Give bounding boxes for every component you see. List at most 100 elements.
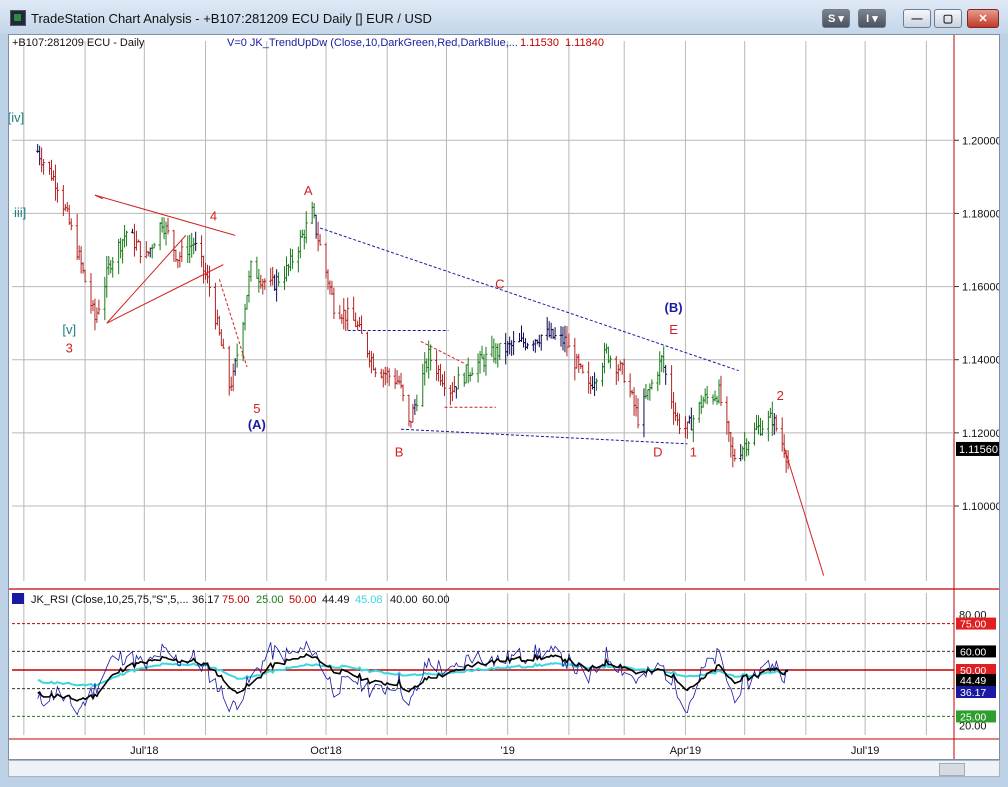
ohlc-bar [269, 268, 273, 287]
ohlc-bar [119, 237, 123, 259]
ohlc-bar [257, 268, 261, 293]
ohlc-bar [766, 410, 770, 442]
ohlc-bar [587, 361, 591, 394]
ohlc-bar [429, 344, 433, 371]
ohlc-bar [646, 389, 650, 401]
ohlc-bar [69, 218, 73, 231]
ohlc-bar [150, 244, 154, 259]
ohlc-bar [464, 364, 468, 384]
maximize-button[interactable]: ▢ [934, 9, 962, 28]
ohlc-bar [91, 300, 95, 312]
horizontal-scrollbar[interactable] [8, 760, 1000, 777]
ohlc-bar [523, 338, 527, 351]
scroll-thumb[interactable] [939, 763, 965, 776]
ohlc-bar [525, 342, 529, 350]
projection-line [783, 447, 825, 576]
ohlc-bar [614, 356, 618, 385]
ohlc-bar [656, 371, 660, 392]
ohlc-bar [235, 343, 239, 368]
s-menu-button[interactable]: S ▾ [822, 9, 850, 28]
wave-label: [v] [62, 322, 76, 337]
ohlc-bar [371, 353, 375, 371]
ohlc-bar [298, 230, 302, 259]
rsi-panel: 80.0020.0075.0060.0050.0044.4936.1725.00 [12, 609, 996, 733]
ohlc-bar [717, 379, 721, 404]
ohlc-bar [67, 204, 71, 225]
ohlc-bar [160, 217, 164, 233]
ohlc-bar [442, 371, 446, 397]
wave-label: 3 [66, 340, 73, 355]
ohlc-bar [691, 414, 695, 443]
close-button[interactable]: ✕ [967, 9, 999, 28]
ohlc-bar [713, 390, 717, 402]
minimize-button[interactable]: — [903, 9, 931, 28]
ohlc-bar [616, 364, 620, 382]
close-icon: ✕ [978, 13, 988, 25]
ohlc-bar [109, 260, 113, 274]
ohlc-bar [468, 372, 472, 382]
ohlc-bar [290, 248, 294, 270]
ohlc-bar [466, 357, 470, 384]
trend-indicator-value: 1.11840 [565, 37, 604, 49]
ohlc-bar [263, 278, 267, 290]
ohlc-bar [300, 229, 304, 238]
ohlc-bar [648, 383, 652, 401]
i-menu-button[interactable]: I ▾ [858, 9, 886, 28]
ohlc-bar [697, 401, 701, 423]
ohlc-bar [482, 354, 486, 373]
y-tick-label: 1.14000 [962, 355, 999, 367]
ohlc-bar [53, 164, 57, 201]
ohlc-bar [202, 255, 206, 284]
ohlc-bar [780, 417, 784, 452]
ohlc-bar [687, 415, 691, 424]
wave-label: (A) [248, 417, 266, 432]
wave-label: [iv] [9, 110, 24, 125]
ohlc-bar [435, 350, 439, 381]
ohlc-bar [549, 322, 553, 339]
ohlc-bar [243, 303, 247, 331]
ohlc-bar [207, 265, 211, 297]
ohlc-bar [484, 346, 488, 376]
ohlc-bar [324, 242, 328, 279]
ohlc-bar [354, 312, 358, 328]
ohlc-bar [480, 345, 484, 359]
last-price-label: 1.11560 [959, 444, 998, 456]
price-chart-svg[interactable]: [iv] [v] 3 4 5(A) A B C (B) E D 1 2 iii] 1.20000 1.180… [8, 35, 1002, 759]
ohlc-bar [608, 355, 612, 369]
ohlc-bar [304, 211, 308, 244]
ohlc-bar [249, 260, 253, 282]
ohlc-bar [561, 326, 565, 351]
ohlc-bar [273, 274, 277, 292]
ohlc-bar [703, 388, 707, 404]
ohlc-bar [628, 373, 632, 398]
ohlc-bar [397, 375, 401, 385]
ohlc-bar [146, 251, 150, 257]
ohlc-bar [221, 338, 225, 349]
ohlc-bar [107, 256, 111, 275]
ohlc-bar [685, 421, 689, 439]
ohlc-bar [745, 438, 749, 457]
x-tick-label: Oct'18 [310, 745, 341, 757]
ohlc-bar [425, 358, 429, 373]
ohlc-bar [677, 413, 681, 435]
rsi-indicator-value: 60.00 [422, 594, 450, 606]
wave-annotations [94, 194, 825, 576]
ohlc-bar [61, 185, 65, 217]
chart-area[interactable]: [iv] [v] 3 4 5 (A) A B C (B) E D 1 2 iii] 1.20000 1.180… [8, 34, 1002, 760]
ohlc-bar [79, 246, 83, 274]
ohlc-bar [162, 217, 166, 240]
ohlc-bar [393, 368, 397, 389]
ohlc-bar [494, 343, 498, 364]
title-bar[interactable]: TradeStation Chart Analysis - +B107:2812… [0, 0, 1008, 34]
rsi-indicator-value: 44.49 [322, 594, 350, 606]
wave-label: iii] [14, 205, 26, 220]
ohlc-bar [117, 239, 121, 275]
ohlc-bar [194, 231, 198, 252]
rsi-level-value: 36.17 [960, 687, 986, 699]
symbol-label: +B107:281209 ECU - Daily [12, 37, 145, 49]
ohlc-bar [121, 238, 125, 264]
ohlc-bar [715, 395, 719, 405]
ohlc-bar [367, 350, 371, 368]
y-tick-label: 1.20000 [962, 135, 999, 147]
grid [9, 35, 999, 759]
